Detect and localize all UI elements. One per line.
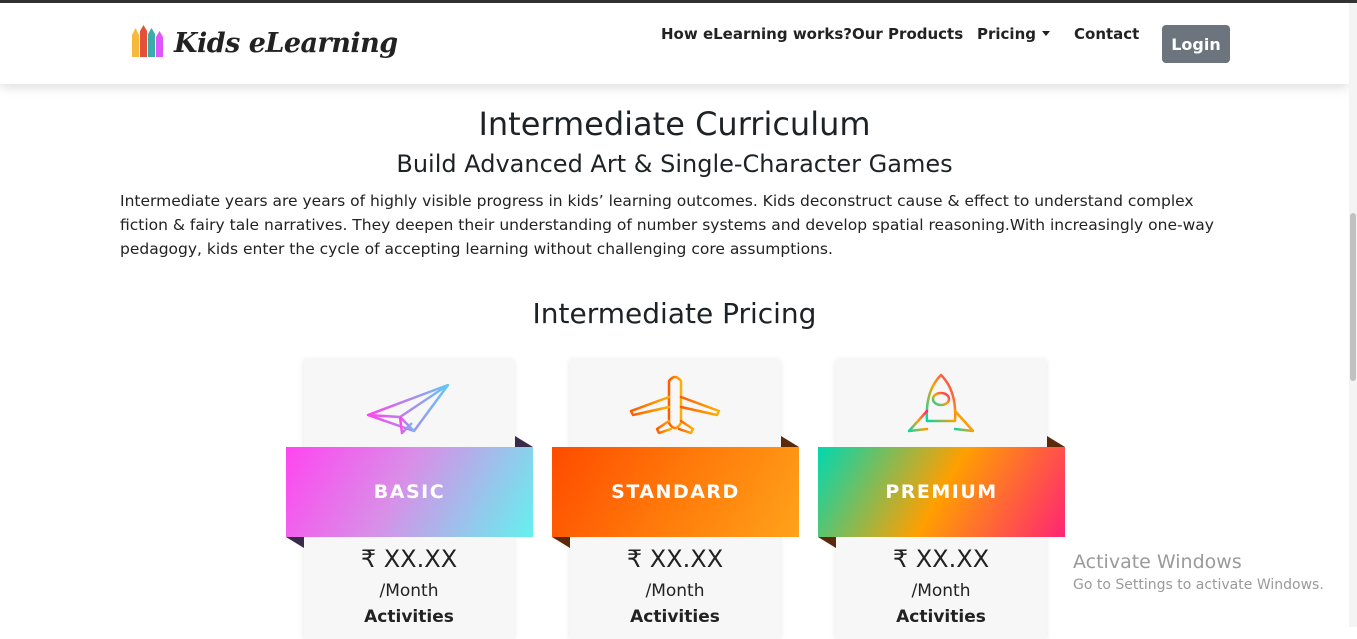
activate-windows-title: Activate Windows bbox=[1073, 551, 1242, 573]
nav-pricing-label: Pricing bbox=[977, 25, 1036, 43]
page-scrollbar[interactable] bbox=[1349, 3, 1357, 627]
plan-price-standard: ₹ XX.XX bbox=[626, 545, 724, 573]
plan-period-basic: /Month bbox=[379, 581, 439, 601]
nav-pricing[interactable]: Pricing bbox=[977, 25, 1050, 43]
brand-logo[interactable]: Kids eLearning bbox=[130, 23, 398, 63]
nav-contact[interactable]: Contact bbox=[1074, 25, 1139, 43]
ribbon-fold bbox=[818, 537, 836, 548]
plan-activities-standard: Activities bbox=[630, 607, 720, 627]
nav-how-elearning-works[interactable]: How eLearning works? bbox=[661, 25, 852, 43]
plan-price-basic: ₹ XX.XX bbox=[360, 545, 458, 573]
navbar: Kids eLearning How eLearning works? Our … bbox=[0, 3, 1349, 84]
plan-activities-premium: Activities bbox=[896, 607, 986, 627]
pricing-title: Intermediate Pricing bbox=[532, 297, 817, 330]
ribbon-fold bbox=[515, 436, 533, 447]
rocket-icon bbox=[907, 373, 975, 433]
plan-ribbon-premium[interactable]: PREMIUM bbox=[818, 447, 1065, 537]
plan-ribbon-basic[interactable]: BASIC bbox=[286, 447, 533, 537]
plan-period-premium: /Month bbox=[911, 581, 971, 601]
paper-plane-icon bbox=[366, 383, 450, 435]
scrollbar-thumb[interactable] bbox=[1350, 213, 1356, 381]
intro-paragraph: Intermediate years are years of highly v… bbox=[120, 192, 1214, 258]
ribbon-fold bbox=[552, 537, 570, 548]
chevron-down-icon bbox=[1041, 31, 1050, 36]
activate-windows-subtitle: Go to Settings to activate Windows. bbox=[1073, 577, 1324, 593]
pencils-icon bbox=[132, 25, 163, 57]
ribbon-fold bbox=[286, 537, 304, 548]
plan-ribbon-standard[interactable]: STANDARD bbox=[552, 447, 799, 537]
page-subtitle: Build Advanced Art & Single-Character Ga… bbox=[396, 150, 953, 178]
login-button[interactable]: Login bbox=[1162, 25, 1230, 63]
page-title: Intermediate Curriculum bbox=[478, 105, 871, 143]
ribbon-fold bbox=[781, 436, 799, 447]
nav-our-products[interactable]: Our Products bbox=[852, 25, 963, 43]
plan-period-standard: /Month bbox=[645, 581, 705, 601]
plan-price-premium: ₹ XX.XX bbox=[892, 545, 990, 573]
airplane-icon bbox=[629, 375, 721, 435]
ribbon-fold bbox=[1047, 436, 1065, 447]
plan-activities-basic: Activities bbox=[364, 607, 454, 627]
brand-name: Kids eLearning bbox=[174, 27, 398, 59]
